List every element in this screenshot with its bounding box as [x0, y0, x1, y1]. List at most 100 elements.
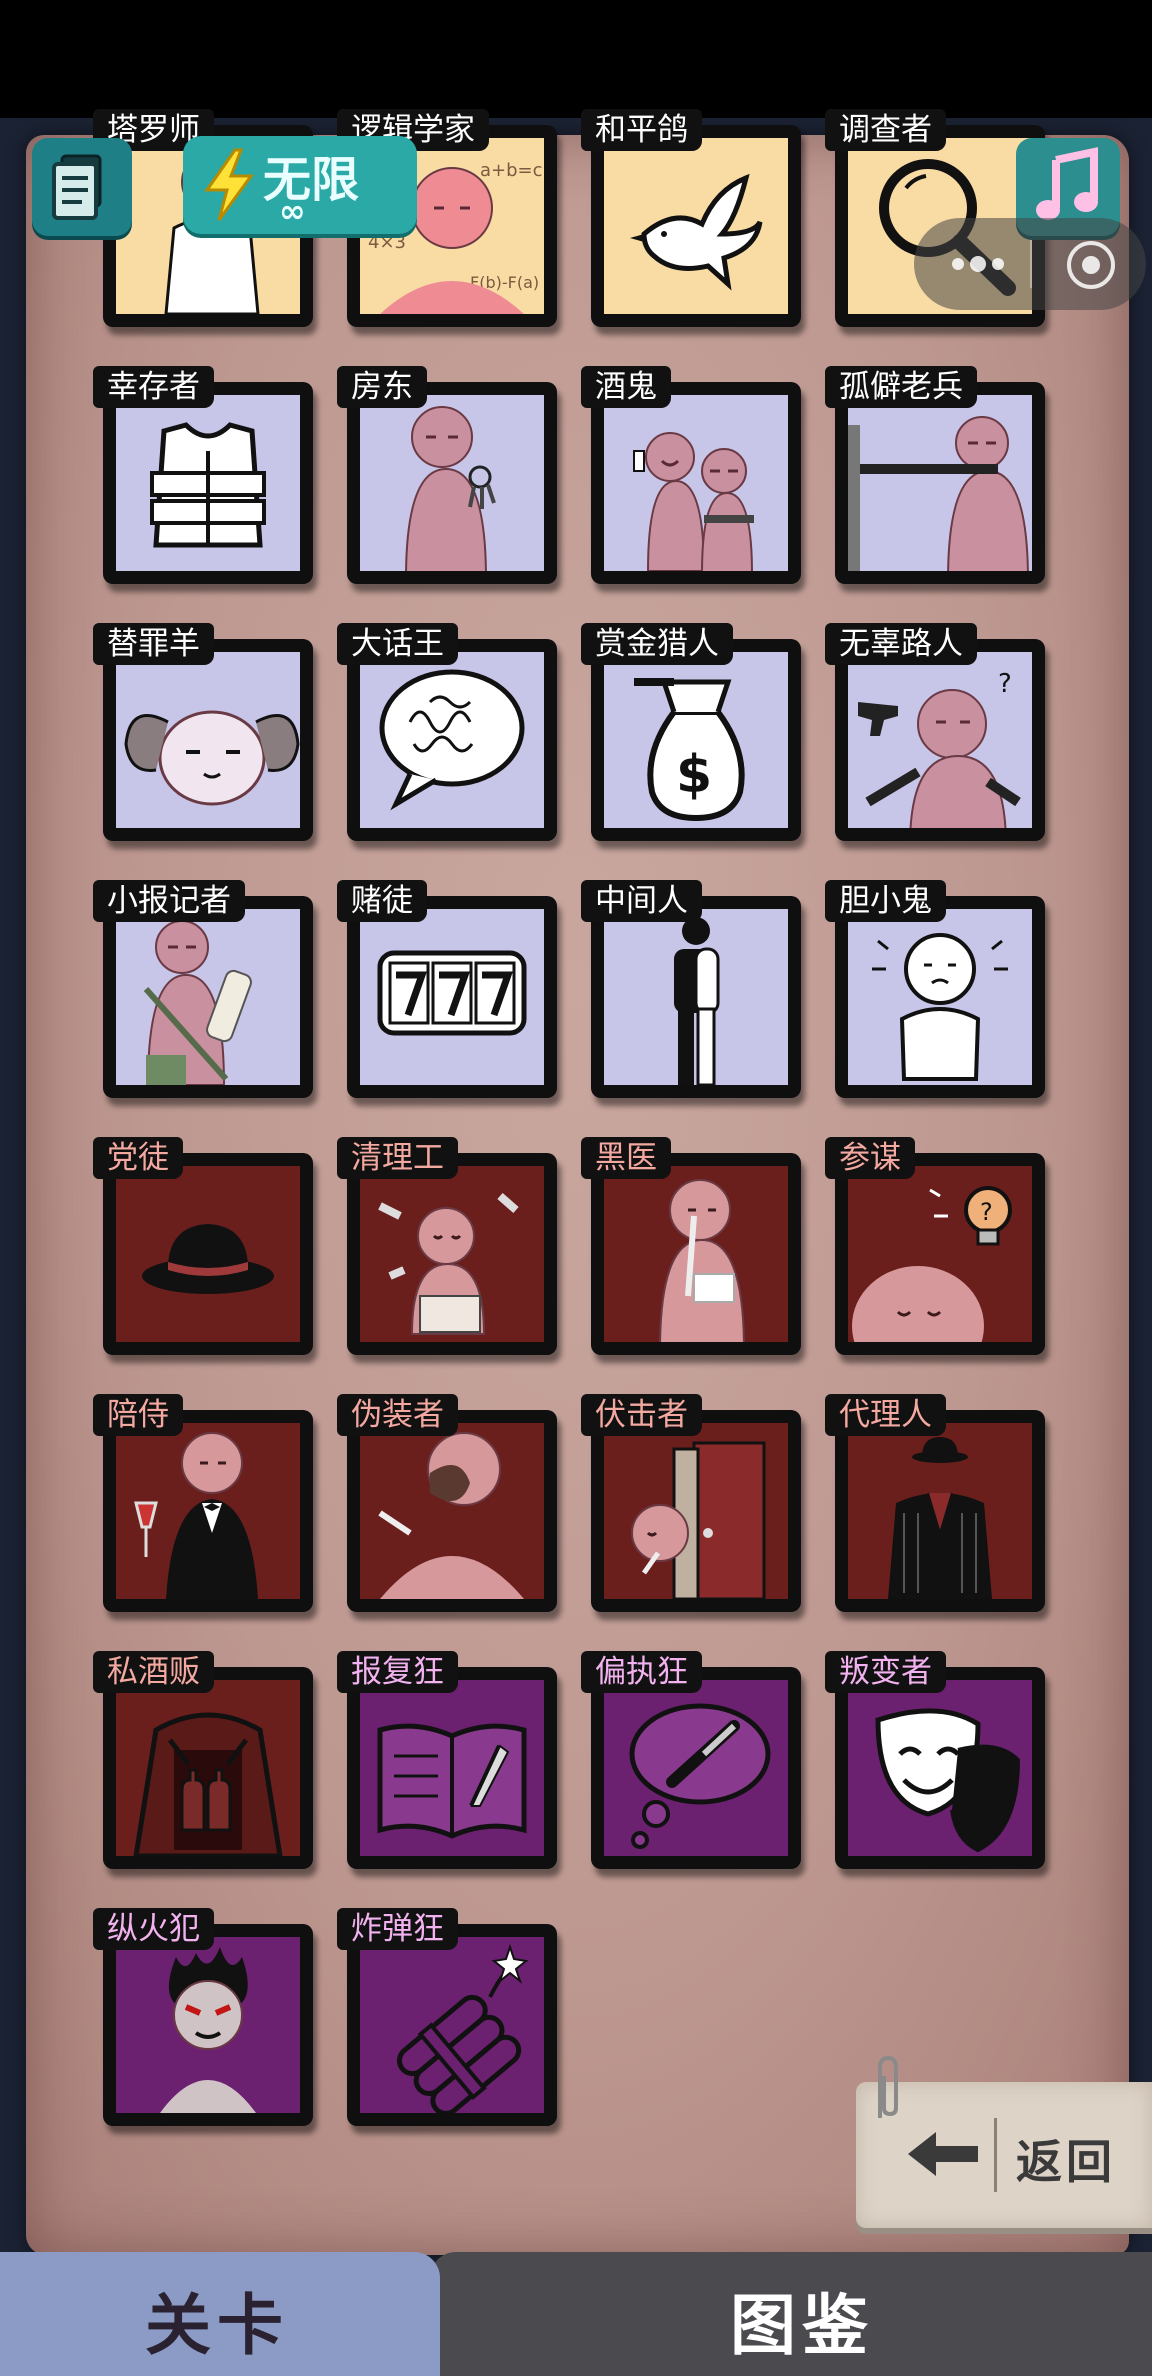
role-card[interactable]: 酒鬼 — [581, 366, 801, 598]
svg-text:?: ? — [998, 669, 1012, 699]
close-target-icon[interactable] — [1064, 238, 1118, 292]
energy-unlimited-button[interactable]: 无限 ∞ — [183, 136, 417, 234]
card-label: 陪侍 — [93, 1394, 183, 1436]
card-portrait — [116, 1937, 300, 2113]
role-card[interactable]: 幸存者 — [93, 366, 313, 598]
card-portrait — [360, 395, 544, 571]
role-card[interactable]: 炸弹狂 — [337, 1908, 557, 2140]
role-card[interactable]: 小报记者 — [93, 880, 313, 1112]
scared-face-icon — [872, 933, 1008, 1081]
card-portrait — [360, 1937, 544, 2113]
role-card[interactable]: 大话王 — [337, 623, 557, 855]
card-label: 报复狂 — [337, 1651, 458, 1693]
role-card[interactable]: ? 参谋 — [825, 1137, 1045, 1369]
card-frame — [835, 382, 1045, 584]
role-card[interactable]: 叛变者 — [825, 1651, 1045, 1883]
card-portrait — [604, 138, 788, 314]
role-card[interactable]: 孤僻老兵 — [825, 366, 1045, 598]
document-icon — [52, 154, 102, 220]
vest-icon — [150, 422, 266, 548]
role-card[interactable]: 报复狂 — [337, 1651, 557, 1883]
role-card[interactable]: 陪侍 — [93, 1394, 313, 1626]
mini-program-capsule — [914, 218, 1146, 310]
card-portrait — [360, 1423, 544, 1599]
role-card[interactable]: $ 赏金猎人 — [581, 623, 801, 855]
card-label: 房东 — [337, 366, 427, 408]
thought-knife-icon — [629, 1703, 771, 1849]
card-label: 无辜路人 — [825, 623, 977, 665]
flame-person-icon — [160, 1947, 256, 2113]
card-portrait — [604, 909, 788, 1085]
role-card[interactable]: 房东 — [337, 366, 557, 598]
role-card[interactable]: 清理工 — [337, 1137, 557, 1369]
dynamite-icon — [396, 1943, 529, 2113]
card-portrait — [604, 1423, 788, 1599]
card-label: 赏金猎人 — [581, 623, 733, 665]
card-frame — [347, 1667, 557, 1869]
role-card[interactable]: 代理人 — [825, 1394, 1045, 1626]
role-card[interactable]: 胆小鬼 — [825, 880, 1045, 1112]
tab-levels[interactable]: 关卡 — [0, 2252, 440, 2376]
speech-bubble-icon — [379, 669, 525, 811]
card-frame — [103, 1924, 313, 2126]
card-frame — [347, 639, 557, 841]
card-label: 胆小鬼 — [825, 880, 946, 922]
card-frame — [347, 1410, 557, 1612]
more-dots-icon[interactable] — [948, 248, 1008, 280]
card-label: 幸存者 — [93, 366, 214, 408]
book-knife-icon — [377, 1723, 527, 1839]
suit-icon — [888, 1437, 992, 1599]
document-button[interactable] — [32, 138, 132, 236]
card-frame — [835, 1410, 1045, 1612]
role-card[interactable]: 替罪羊 — [93, 623, 313, 855]
keys-person-icon — [405, 406, 496, 571]
card-portrait: ? — [848, 1166, 1032, 1342]
card-frame — [591, 1667, 801, 1869]
card-portrait: $ — [604, 652, 788, 828]
status-bar — [0, 0, 1152, 118]
back-button[interactable]: 返回 — [856, 2055, 1152, 2228]
coat-bottles-icon — [133, 1712, 283, 1856]
dove-icon — [630, 173, 763, 291]
money-bag-icon: $ — [634, 678, 745, 822]
tab-levels-label: 关卡 — [145, 2287, 289, 2364]
role-card[interactable]: 党徒 — [93, 1137, 313, 1369]
waiter-icon — [134, 1432, 258, 1599]
standing-man-icon — [674, 917, 720, 1085]
card-portrait — [848, 1680, 1032, 1856]
mask-person-icon — [378, 1432, 524, 1599]
theatre-masks-icon — [875, 1708, 1021, 1853]
svg-text:a+b=c: a+b=c — [480, 160, 543, 181]
role-card[interactable]: 伪装者 — [337, 1394, 557, 1626]
card-label: 孤僻老兵 — [825, 366, 977, 408]
role-card[interactable]: 伏击者 — [581, 1394, 801, 1626]
role-card[interactable]: 中间人 — [581, 880, 801, 1112]
card-label: 小报记者 — [93, 880, 245, 922]
role-card[interactable]: 纵火犯 — [93, 1908, 313, 2140]
card-portrait — [360, 1166, 544, 1342]
card-frame — [347, 1153, 557, 1355]
cleaner-icon — [378, 1192, 519, 1335]
card-portrait — [116, 652, 300, 828]
card-portrait — [360, 652, 544, 828]
svg-text:$: $ — [676, 745, 712, 805]
role-card[interactable]: 和平鸽 — [581, 109, 801, 341]
role-card[interactable]: 偏执狂 — [581, 1651, 801, 1883]
role-card[interactable]: 黑医 — [581, 1137, 801, 1369]
card-frame — [103, 639, 313, 841]
card-frame — [591, 1410, 801, 1612]
tab-codex[interactable]: 图鉴 — [430, 2252, 1152, 2376]
card-frame — [103, 1153, 313, 1355]
card-label: 参谋 — [825, 1137, 915, 1179]
capsule-divider — [1030, 240, 1032, 288]
card-portrait — [360, 909, 544, 1085]
guns-person-icon: ? — [858, 669, 1021, 828]
role-card[interactable]: 赌徒 — [337, 880, 557, 1112]
card-label: 和平鸽 — [581, 109, 702, 151]
arrow-left-icon — [908, 2132, 978, 2176]
card-label: 替罪羊 — [93, 623, 214, 665]
card-frame: ? — [835, 639, 1045, 841]
role-card[interactable]: 私酒贩 — [93, 1651, 313, 1883]
role-card[interactable]: ? 无辜路人 — [825, 623, 1045, 855]
paperclip-icon — [878, 2055, 898, 2118]
